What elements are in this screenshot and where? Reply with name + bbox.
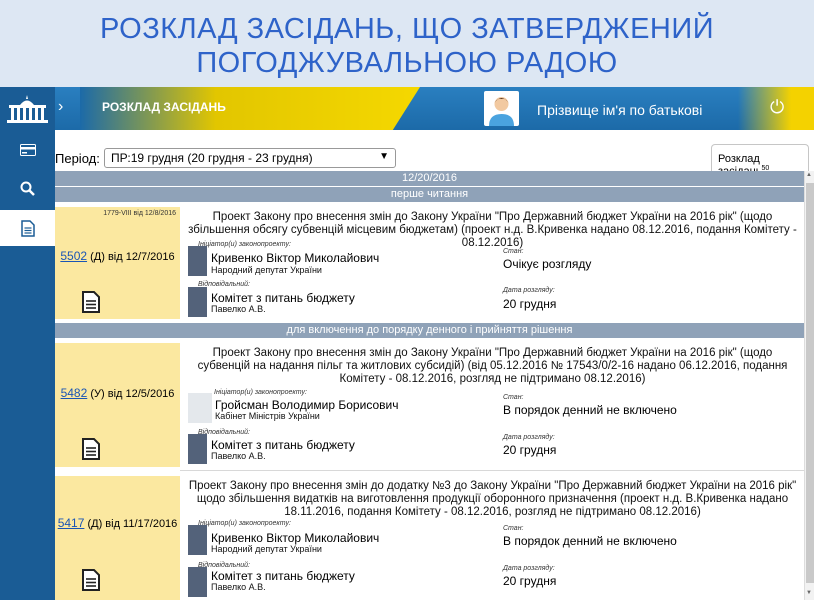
status-value: В порядок денний не включено xyxy=(503,403,677,417)
initiator-name[interactable]: Гройсман Володимир Борисович xyxy=(215,398,398,412)
banner-title-line-1: РОЗКЛАД ЗАСІДАНЬ, ЩО ЗАТВЕРДЖЕНИЙ xyxy=(99,13,715,45)
page-banner: РОЗКЛАД ЗАСІДАНЬ, ЩО ЗАТВЕРДЖЕНИЙ ПОГОДЖ… xyxy=(0,0,814,87)
review-date: 20 грудня xyxy=(503,574,557,588)
responsible-name[interactable]: Комітет з питань бюджету xyxy=(211,291,355,305)
sidebar-item-search[interactable] xyxy=(0,170,55,206)
expand-chevron-icon[interactable]: › xyxy=(58,98,63,116)
scroll-down-icon[interactable]: ▼ xyxy=(806,590,812,596)
status-label: Стан: xyxy=(503,248,524,255)
divider xyxy=(180,470,804,471)
initiator-photo xyxy=(188,525,207,555)
initiator-label: Ініціатор(и) законопроекту: xyxy=(198,520,291,527)
date-label: Дата розгляду: xyxy=(503,434,555,441)
section-title: РОЗКЛАД ЗАСІДАНЬ xyxy=(102,100,226,114)
bill-title[interactable]: Проект Закону про внесення змін до Закон… xyxy=(185,347,800,386)
responsible-photo xyxy=(188,567,207,597)
bill-number-link[interactable]: 5482 xyxy=(61,386,88,400)
card-icon xyxy=(19,144,36,156)
sidebar xyxy=(0,130,55,600)
review-date: 20 грудня xyxy=(503,443,557,457)
status-label: Стан: xyxy=(503,394,524,401)
responsible-name[interactable]: Комітет з питань бюджету xyxy=(211,569,355,583)
initiator-photo xyxy=(188,246,207,276)
bill-card: 5417 (Д) від 11/17/2016 xyxy=(55,476,180,600)
user-name[interactable]: Прізвище ім'я по батькові xyxy=(537,102,702,118)
parliament-logo[interactable] xyxy=(0,87,55,130)
date-label: Дата розгляду: xyxy=(503,287,555,294)
group-header: перше читання xyxy=(55,187,804,202)
period-label: Період: xyxy=(55,151,100,166)
bill-number-line: 5417 (Д) від 11/17/2016 xyxy=(55,516,180,530)
user-avatar[interactable] xyxy=(484,91,519,126)
initiator-photo xyxy=(188,393,212,423)
status-value: Очікує розгляду xyxy=(503,257,592,271)
period-select[interactable]: ПР:19 грудня (20 грудня - 23 грудня) ▼ xyxy=(104,148,396,168)
bill-number-line: 5502 (Д) від 12/7/2016 xyxy=(55,249,180,263)
user-avatar-icon xyxy=(489,97,514,126)
banner-title-line-2: ПОГОДЖУВАЛЬНОЮ РАДОЮ xyxy=(196,47,618,79)
initiator-name[interactable]: Кривенко Віктор Миколайович xyxy=(211,531,379,545)
parliament-building-icon xyxy=(7,95,48,123)
bill-card: 1779-VIII від 12/8/2016 5502 (Д) від 12/… xyxy=(55,207,180,319)
bill-date: від 12/5/2016 xyxy=(107,388,175,400)
scrollbar-thumb[interactable] xyxy=(806,183,814,583)
responsible-person: Павелко А.В. xyxy=(211,582,266,592)
responsible-person: Павелко А.В. xyxy=(211,304,266,314)
document-icon[interactable] xyxy=(82,291,100,313)
power-icon[interactable]: ⏻ xyxy=(770,97,784,118)
document-icon xyxy=(20,219,35,237)
bill-number-line: 5482 (У) від 12/5/2016 xyxy=(55,386,180,400)
bill-type: (Д) xyxy=(87,518,103,530)
status-value: В порядок денний не включено xyxy=(503,534,677,548)
date-label: Дата розгляду: xyxy=(503,565,555,572)
section-title-tab: РОЗКЛАД ЗАСІДАНЬ xyxy=(80,87,420,130)
bill-type: (У) xyxy=(90,388,105,400)
chevron-down-icon: ▼ xyxy=(379,151,389,162)
status-label: Стан: xyxy=(503,525,524,532)
initiator-position: Народний депутат України xyxy=(211,265,322,275)
document-icon[interactable] xyxy=(82,569,100,591)
date-header: 12/20/2016 xyxy=(55,171,804,186)
bill-title[interactable]: Проект Закону про внесення змін до додат… xyxy=(185,480,800,519)
responsible-photo xyxy=(188,287,207,317)
bill-date: від 12/7/2016 xyxy=(107,251,175,263)
bill-card: 5482 (У) від 12/5/2016 xyxy=(55,343,180,467)
bill-number-link[interactable]: 5502 xyxy=(60,249,87,263)
bill-date: від 11/17/2016 xyxy=(105,518,178,530)
scroll-up-icon[interactable]: ▲ xyxy=(806,172,812,178)
sidebar-item-documents[interactable] xyxy=(0,210,55,246)
bill-type: (Д) xyxy=(90,251,105,263)
bill-number-link[interactable]: 5417 xyxy=(58,516,85,530)
initiator-label: Ініціатор(и) законопроекту: xyxy=(198,241,291,248)
document-icon[interactable] xyxy=(82,438,100,460)
initiator-name[interactable]: Кривенко Віктор Миколайович xyxy=(211,251,379,265)
responsible-name[interactable]: Комітет з питань бюджету xyxy=(211,438,355,452)
law-note: 1779-VIII від 12/8/2016 xyxy=(103,210,176,217)
sidebar-item-card[interactable] xyxy=(0,132,55,168)
initiator-position: Народний депутат України xyxy=(211,544,322,554)
vertical-scrollbar[interactable] xyxy=(804,171,814,600)
search-icon xyxy=(20,181,35,196)
initiator-label: Ініціатор(и) законопроекту: xyxy=(214,389,307,396)
period-value: ПР:19 грудня (20 грудня - 23 грудня) xyxy=(111,151,313,165)
group-header: для включення до порядку денного і прийн… xyxy=(55,323,804,338)
responsible-photo xyxy=(188,434,207,464)
initiator-position: Кабінет Міністрів України xyxy=(215,411,320,421)
review-date: 20 грудня xyxy=(503,297,557,311)
tab-schedule[interactable]: Розклад засідань50 xyxy=(711,144,809,178)
responsible-person: Павелко А.В. xyxy=(211,451,266,461)
